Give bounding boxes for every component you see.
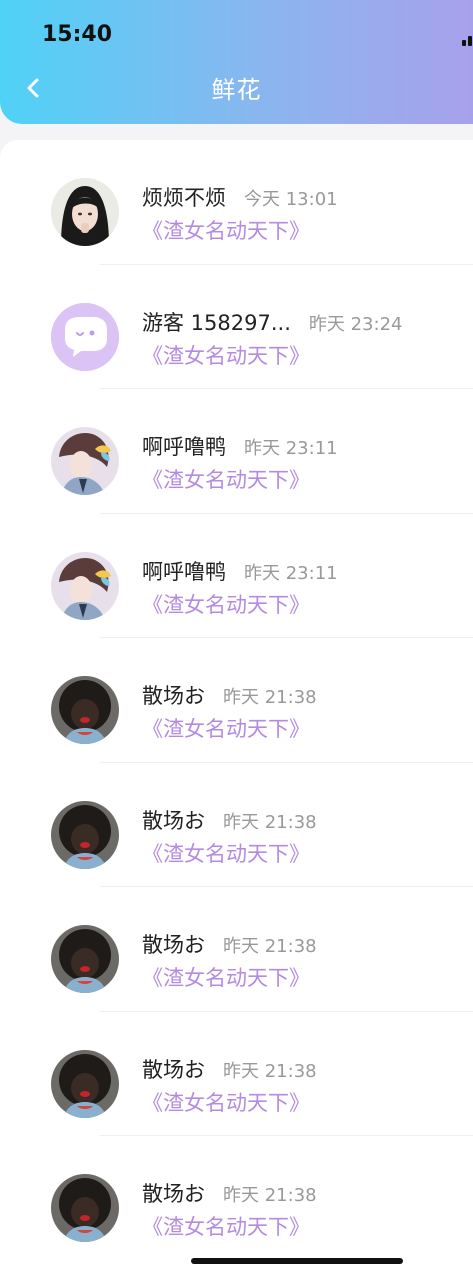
user-name: 啊呼噜鸭 (142, 559, 226, 584)
book-title[interactable]: 《渣女名动天下》 (142, 838, 310, 868)
timestamp: 昨天 23:11 (244, 562, 338, 584)
timestamp: 今天 13:01 (244, 189, 338, 210)
book-title[interactable]: 《渣女名动天下》 (142, 1087, 310, 1117)
user-name: 游客 158297... (142, 310, 291, 335)
anime-character-icon (51, 427, 119, 495)
book-title[interactable]: 《渣女名动天下》 (142, 464, 310, 494)
timestamp: 昨天 23:24 (308, 313, 403, 335)
list-item[interactable]: 散场お 昨天 21:38 《渣女名动天下》 (0, 763, 473, 887)
avatar[interactable] (51, 925, 119, 993)
signal-icon (462, 36, 472, 46)
book-title[interactable]: 《渣女名动天下》 (142, 962, 310, 992)
curly-hair-kid-icon (51, 925, 119, 993)
curly-hair-kid-icon (51, 1049, 119, 1118)
book-title[interactable]: 《渣女名动天下》 (142, 340, 310, 370)
flower-list: 烦烦不烦 今天 13:01 《渣女名动天下》 游客 158297... 昨天 2… (0, 140, 473, 1280)
avatar[interactable] (51, 1174, 119, 1242)
avatar[interactable] (51, 1049, 119, 1118)
girl-photo-icon (51, 178, 119, 246)
home-indicator[interactable] (191, 1258, 403, 1264)
list-item[interactable]: 散场お 昨天 21:38 《渣女名动天下》 (0, 1012, 473, 1136)
user-name: 烦烦不烦 (142, 186, 226, 210)
anime-character-icon (51, 551, 119, 620)
book-title[interactable]: 《渣女名动天下》 (142, 215, 310, 245)
list-item[interactable]: 烦烦不烦 今天 13:01 《渣女名动天下》 (0, 140, 473, 265)
timestamp: 昨天 21:38 (223, 1060, 317, 1082)
curly-hair-kid-icon (51, 676, 119, 744)
list-item[interactable]: 啊呼噜鸭 昨天 23:11 《渣女名动天下》 (0, 389, 473, 514)
book-title[interactable]: 《渣女名动天下》 (142, 713, 310, 743)
chat-bubble-icon (51, 302, 119, 371)
list-item[interactable]: 啊呼噜鸭 昨天 23:11 《渣女名动天下》 (0, 514, 473, 638)
book-title[interactable]: 《渣女名动天下》 (142, 589, 310, 619)
user-name: 散场お (142, 933, 205, 957)
user-name: 散场お (142, 1182, 205, 1206)
user-name: 散场お (142, 1057, 205, 1082)
user-name: 啊呼噜鸭 (142, 435, 226, 459)
avatar[interactable] (51, 178, 119, 246)
list-item[interactable]: 游客 158297... 昨天 23:24 《渣女名动天下》 (0, 265, 473, 389)
avatar[interactable] (51, 427, 119, 495)
avatar[interactable] (51, 800, 119, 869)
list-item[interactable]: 散场お 昨天 21:38 《渣女名动天下》 (0, 887, 473, 1012)
list-item[interactable]: 散场お 昨天 21:38 《渣女名动天下》 (0, 638, 473, 763)
book-title[interactable]: 《渣女名动天下》 (142, 1211, 310, 1241)
list-item[interactable]: 散场お 昨天 21:38 《渣女名动天下》 (0, 1136, 473, 1261)
timestamp: 昨天 21:38 (223, 811, 317, 833)
timestamp: 昨天 23:11 (244, 438, 338, 459)
curly-hair-kid-icon (51, 800, 119, 869)
page-title: 鲜花 (211, 76, 262, 104)
status-time: 15:40 (42, 22, 113, 47)
timestamp: 昨天 21:38 (223, 936, 317, 957)
header-bar: 15:40 鲜花 (0, 0, 473, 124)
timestamp: 昨天 21:38 (223, 687, 317, 708)
avatar[interactable] (51, 302, 119, 371)
user-name: 散场お (142, 684, 205, 708)
avatar[interactable] (51, 676, 119, 744)
user-name: 散场お (142, 808, 205, 833)
timestamp: 昨天 21:38 (223, 1185, 317, 1206)
avatar[interactable] (51, 551, 119, 620)
curly-hair-kid-icon (51, 1174, 119, 1242)
